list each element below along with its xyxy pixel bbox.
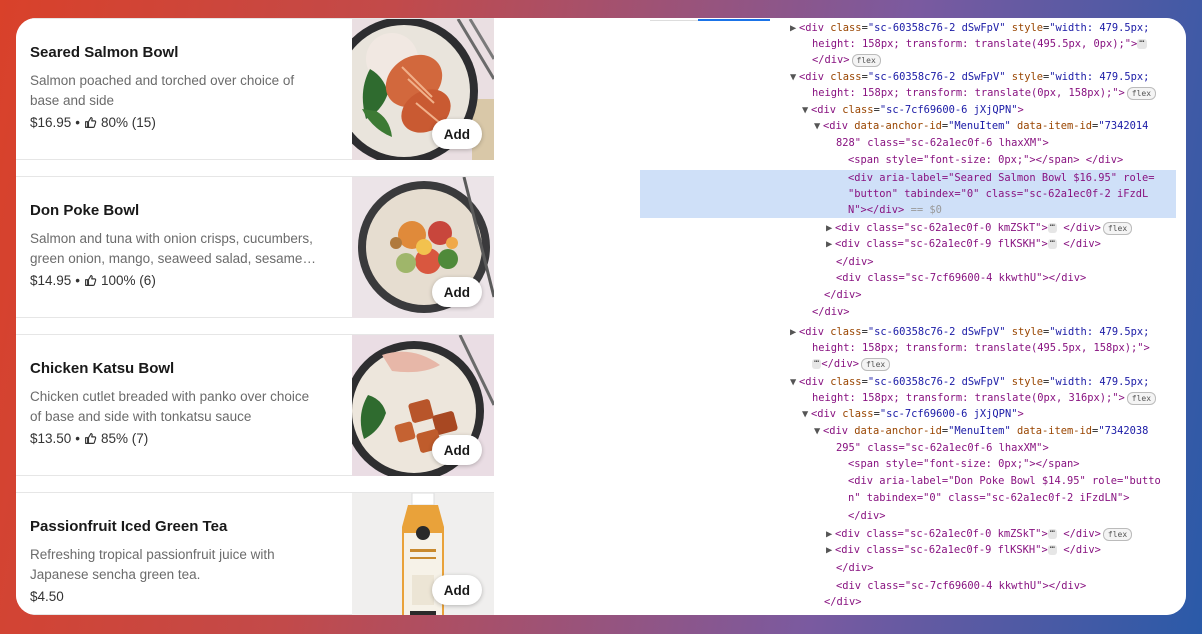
dom-tree-line[interactable]: ▼ <div class="sc-60358c76-2 dSwFpV" style… bbox=[790, 374, 1149, 390]
collapse-triangle-icon[interactable]: ▼ bbox=[814, 423, 823, 439]
menu-item-image[interactable]: Add bbox=[352, 335, 494, 476]
collapse-triangle-icon[interactable]: ▼ bbox=[790, 69, 799, 85]
menu-item-price: $13.50 bbox=[30, 431, 72, 446]
browser-window: Seared Salmon Bowl Salmon poached and to… bbox=[16, 18, 1186, 615]
add-to-cart-button[interactable]: Add bbox=[431, 119, 482, 149]
dom-tree-line[interactable]: height: 158px; transform: translate(495.… bbox=[812, 36, 1147, 52]
flex-badge[interactable]: flex bbox=[860, 357, 891, 371]
expand-triangle-icon[interactable]: ▶ bbox=[790, 20, 799, 36]
dom-tree-line[interactable]: ▶ <div class="sc-60358c76-2 dSwFpV" style… bbox=[790, 324, 1149, 340]
collapse-triangle-icon[interactable]: ▼ bbox=[790, 374, 799, 390]
dom-tree-line[interactable]: ▶ <div class="sc-62a1ec0f-0 kmZSkT"> ⋯ </d… bbox=[826, 526, 1133, 542]
menu-list: Seared Salmon Bowl Salmon poached and to… bbox=[16, 18, 494, 615]
add-to-cart-button[interactable]: Add bbox=[431, 277, 482, 307]
menu-item-title: Don Poke Bowl bbox=[30, 202, 140, 219]
dom-tree-line[interactable]: ⋯ </div> flex bbox=[812, 356, 891, 372]
menu-item-image[interactable]: Add bbox=[352, 177, 494, 318]
menu-item-rating: 100% (6) bbox=[101, 273, 156, 288]
dom-tree-line[interactable]: </div> bbox=[848, 508, 886, 524]
flex-badge[interactable]: flex bbox=[1102, 527, 1133, 541]
collapse-triangle-icon[interactable]: ▼ bbox=[814, 118, 823, 134]
dom-tree-line[interactable]: "button" tabindex="0" class="sc-62a1ec0f… bbox=[640, 186, 1176, 202]
dom-tree-line[interactable]: N"></div> == $0 bbox=[640, 202, 1176, 218]
dom-tree-line[interactable]: height: 158px; transform: translate(0px,… bbox=[812, 390, 1157, 406]
dom-tree-line[interactable]: ▼ <div class="sc-7cf69600-6 jXjQPN"> bbox=[802, 406, 1024, 422]
ellipsis-icon[interactable]: ⋯ bbox=[1137, 38, 1147, 49]
dom-tree-line[interactable]: <div class="sc-7cf69600-4 kkwthU"></div> bbox=[836, 270, 1086, 286]
menu-item-card[interactable]: Chicken Katsu Bowl Chicken cutlet breade… bbox=[16, 334, 494, 476]
menu-item-description: Refreshing tropical passionfruit juice w… bbox=[30, 547, 275, 582]
expand-triangle-icon[interactable]: ▶ bbox=[826, 526, 835, 542]
dom-tree-line[interactable]: <div aria-label="Don Poke Bowl $14.95" r… bbox=[848, 473, 1161, 489]
add-to-cart-button[interactable]: Add bbox=[431, 575, 482, 605]
menu-item-rating: 80% (15) bbox=[101, 115, 156, 130]
thumbs-up-icon bbox=[85, 117, 97, 128]
menu-item-description: Salmon poached and torched over choice o… bbox=[30, 73, 295, 108]
flex-badge[interactable]: flex bbox=[1126, 391, 1157, 405]
dom-tree-line[interactable]: <div aria-label="Seared Salmon Bowl $16.… bbox=[640, 170, 1176, 186]
menu-item-rating: 85% (7) bbox=[101, 431, 149, 446]
expand-triangle-icon[interactable]: ▶ bbox=[826, 236, 835, 252]
menu-item-image[interactable]: Add bbox=[352, 19, 494, 160]
flex-badge[interactable]: flex bbox=[851, 53, 881, 67]
dom-tree-line[interactable]: ▶ <div class="sc-62a1ec0f-9 flKSKH"> ⋯ </d… bbox=[826, 542, 1101, 558]
expand-triangle-icon[interactable]: ▶ bbox=[826, 220, 835, 236]
add-to-cart-button[interactable]: Add bbox=[431, 435, 482, 465]
menu-item-meta: $14.95 • 100% (6) bbox=[30, 273, 156, 288]
collapse-triangle-icon[interactable]: ▼ bbox=[802, 406, 811, 422]
menu-item-title: Chicken Katsu Bowl bbox=[30, 360, 175, 377]
dom-tree-line[interactable]: </div> bbox=[812, 304, 850, 320]
thumbs-up-icon bbox=[85, 433, 97, 444]
thumbs-up-icon bbox=[85, 275, 97, 286]
dom-tree-line[interactable]: ▼ <div data-anchor-id="MenuItem" data-ite… bbox=[814, 423, 1148, 439]
dom-tree-line[interactable]: <span style="font-size: 0px;"></span> </… bbox=[848, 152, 1123, 168]
menu-item-meta: $13.50 • 85% (7) bbox=[30, 431, 148, 446]
dom-tree-line[interactable]: n" tabindex="0" class="sc-62a1ec0f-2 iFz… bbox=[848, 490, 1130, 506]
ellipsis-icon[interactable]: ⋯ bbox=[1047, 238, 1058, 249]
ellipsis-icon[interactable]: ⋯ bbox=[1047, 222, 1058, 233]
ellipsis-icon[interactable]: ⋯ bbox=[1047, 528, 1058, 539]
dom-tree-line[interactable]: ▶ <div class="sc-62a1ec0f-0 kmZSkT"> ⋯ </d… bbox=[826, 220, 1133, 236]
devtools-elements-panel[interactable]: ▶ <div class="sc-60358c76-2 dSwFpV" style… bbox=[640, 18, 1186, 615]
dom-tree-line[interactable]: <div class="sc-7cf69600-4 kkwthU"></div> bbox=[836, 578, 1086, 594]
menu-item-card[interactable]: Passionfruit Iced Green Tea Refreshing t… bbox=[16, 492, 494, 615]
dom-tree-line[interactable]: </div> bbox=[824, 594, 862, 610]
menu-item-card[interactable]: Seared Salmon Bowl Salmon poached and to… bbox=[16, 18, 494, 160]
menu-item-description: Chicken cutlet breaded with panko over c… bbox=[30, 389, 310, 424]
dom-tree-line[interactable]: <span style="font-size: 0px;"></span> bbox=[848, 456, 1079, 472]
dom-tree-line[interactable]: height: 158px; transform: translate(495.… bbox=[812, 340, 1150, 356]
flex-badge[interactable]: flex bbox=[1102, 221, 1133, 235]
dom-tree-line[interactable]: ▼ <div data-anchor-id="MenuItem" data-ite… bbox=[814, 118, 1148, 134]
dom-tree-line[interactable]: ▶ <div class="sc-62a1ec0f-9 flKSKH"> ⋯ </d… bbox=[826, 236, 1101, 252]
menu-item-price: $14.95 bbox=[30, 273, 72, 288]
menu-item-title: Passionfruit Iced Green Tea bbox=[30, 518, 228, 535]
meta-separator: • bbox=[75, 115, 81, 130]
dom-tree-line[interactable]: height: 158px; transform: translate(0px,… bbox=[812, 85, 1157, 101]
ellipsis-icon[interactable]: ⋯ bbox=[812, 358, 822, 369]
dom-tree-line[interactable]: 828" class="sc-62a1ec0f-6 lhaxXM"> bbox=[836, 135, 1049, 151]
meta-separator: • bbox=[75, 273, 81, 288]
collapse-triangle-icon[interactable]: ▼ bbox=[802, 102, 811, 118]
menu-item-price: $16.95 bbox=[30, 115, 72, 130]
expand-triangle-icon[interactable]: ▶ bbox=[790, 324, 799, 340]
menu-item-description: Salmon and tuna with onion crisps, cucum… bbox=[30, 231, 313, 266]
dom-tree-line[interactable]: 295" class="sc-62a1ec0f-6 lhaxXM"> bbox=[836, 440, 1049, 456]
menu-item-meta: $4.50 bbox=[30, 589, 64, 604]
dom-tree-line[interactable]: </div> bbox=[824, 287, 862, 303]
ellipsis-icon[interactable]: ⋯ bbox=[1047, 544, 1058, 555]
expand-triangle-icon[interactable]: ▶ bbox=[826, 542, 835, 558]
menu-item-meta: $16.95 • 80% (15) bbox=[30, 115, 156, 130]
flex-badge[interactable]: flex bbox=[1126, 86, 1157, 100]
meta-separator: • bbox=[75, 431, 81, 446]
menu-item-card[interactable]: Don Poke Bowl Salmon and tuna with onion… bbox=[16, 176, 494, 318]
menu-item-image[interactable]: Add bbox=[352, 493, 494, 615]
dom-tree-line[interactable]: ▼ <div class="sc-7cf69600-6 jXjQPN"> bbox=[802, 102, 1024, 118]
dom-tree-line[interactable]: ▶ <div class="sc-60358c76-2 dSwFpV" style… bbox=[790, 20, 1149, 36]
menu-item-price: $4.50 bbox=[30, 589, 64, 604]
menu-item-title: Seared Salmon Bowl bbox=[30, 44, 179, 61]
dom-tree-line[interactable]: </div> bbox=[836, 560, 874, 576]
dom-tree-line[interactable]: ▼ <div class="sc-60358c76-2 dSwFpV" style… bbox=[790, 69, 1149, 85]
dom-tree-line[interactable]: </div> bbox=[836, 254, 874, 270]
dom-tree-line[interactable]: </div> flex bbox=[812, 52, 881, 68]
